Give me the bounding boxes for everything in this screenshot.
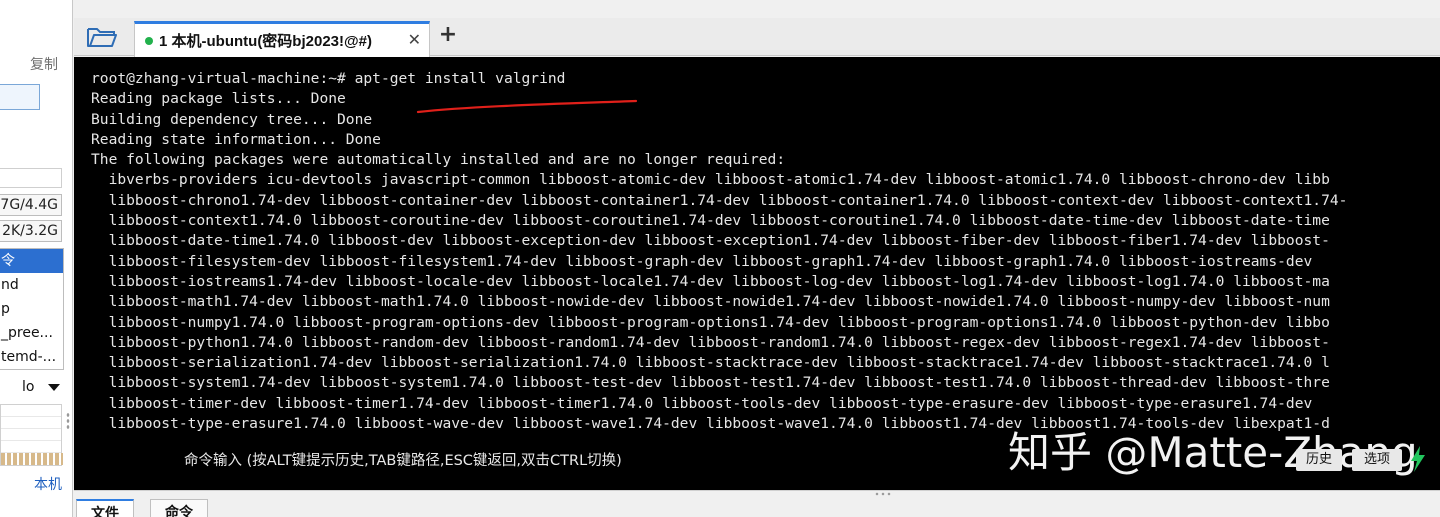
command-input-hint[interactable]: 命令输入 (按ALT键提示历史,TAB键路径,ESC键返回,双击CTRL切换) <box>184 449 622 470</box>
tab-files[interactable]: 文件 <box>76 499 134 517</box>
terminal-lines: root@zhang-virtual-machine:~# apt-get in… <box>91 69 1347 434</box>
terminal-line: libboost-iostreams1.74-dev libboost-loca… <box>91 272 1330 290</box>
terminal-line: libboost-context1.74.0 libboost-coroutin… <box>91 212 1330 230</box>
terminal-line: libboost-timer-dev libboost-timer1.74-de… <box>91 394 1313 412</box>
dropdown-value: lo <box>22 379 35 395</box>
copy-button[interactable]: 复制 <box>30 54 58 74</box>
network-interface-dropdown[interactable]: lo <box>22 376 62 398</box>
tab-title: 1 本机-ubuntu(密码bj2023!@#) <box>159 33 372 50</box>
resize-grip-icon[interactable] <box>66 412 70 430</box>
terminal-line: Reading package lists... Done <box>91 90 346 108</box>
terminal-line: Building dependency tree... Done <box>91 110 373 128</box>
tab-commands[interactable]: 命令 <box>150 499 208 517</box>
terminal-line: libboost-math1.74-dev libboost-math1.74.… <box>91 293 1330 311</box>
memory-stat: 7G/4.4G <box>0 194 62 216</box>
process-item[interactable]: nd <box>0 273 63 297</box>
left-sidebar: 复制 7G/4.4G 2K/3.2G 令 nd p _pree... temd-… <box>0 0 73 517</box>
terminal-line: libboost-date-time1.74.0 libboost-dev li… <box>91 232 1330 250</box>
terminal-line: root@zhang-virtual-machine:~# apt-get in… <box>91 70 566 87</box>
process-item[interactable]: 令 <box>0 249 63 273</box>
terminal-line: libboost-filesystem-dev libboost-filesys… <box>91 252 1313 270</box>
process-list[interactable]: 令 nd p _pree... temd-... <box>0 248 64 370</box>
lightning-icon[interactable] <box>1408 445 1428 473</box>
terminal-line: libboost-serialization1.74-dev libboost-… <box>91 354 1330 372</box>
process-item[interactable]: _pree... <box>0 321 63 345</box>
sidebar-field[interactable] <box>0 168 62 188</box>
close-icon[interactable]: ✕ <box>408 30 421 49</box>
terminal-line: Reading state information... Done <box>91 130 381 148</box>
history-button[interactable]: 历史 <box>1296 449 1342 471</box>
terminal-line: The following packages were automaticall… <box>91 151 786 169</box>
bottom-panel-tabs: 文件 命令 <box>74 490 1440 517</box>
network-graph-bars <box>1 453 63 465</box>
sidebar-input[interactable] <box>0 84 40 110</box>
folder-icon[interactable] <box>86 24 118 50</box>
terminal-line: libboost-python1.74.0 libboost-random-de… <box>91 333 1330 351</box>
process-item[interactable]: p <box>0 297 63 321</box>
terminal-line: libboost-system1.74-dev libboost-system1… <box>91 374 1330 392</box>
tab-session-ubuntu[interactable]: 1 本机-ubuntu(密码bj2023!@#) ✕ <box>134 21 430 57</box>
local-label[interactable]: 本机 <box>34 474 62 494</box>
swap-stat: 2K/3.2G <box>0 220 62 242</box>
red-annotation-underline <box>416 99 638 114</box>
terminal-line: libboost-chrono1.74-dev libboost-contain… <box>91 191 1348 209</box>
terminal-line: libboost-numpy1.74.0 libboost-program-op… <box>91 313 1330 331</box>
panel-resize-handle-icon[interactable] <box>874 491 892 497</box>
session-tab-bar: 1 本机-ubuntu(密码bj2023!@#) ✕ + <box>74 18 1440 57</box>
options-button[interactable]: 选项 <box>1352 449 1402 471</box>
connection-status-icon <box>145 36 153 45</box>
add-tab-button[interactable]: + <box>434 22 462 50</box>
terminal-line: ibverbs-providers icu-devtools javascrip… <box>91 171 1330 189</box>
network-graph <box>0 404 63 466</box>
terminal-output[interactable]: root@zhang-virtual-machine:~# apt-get in… <box>74 57 1440 490</box>
process-item[interactable]: temd-... <box>0 345 63 369</box>
chevron-down-icon <box>48 384 60 391</box>
